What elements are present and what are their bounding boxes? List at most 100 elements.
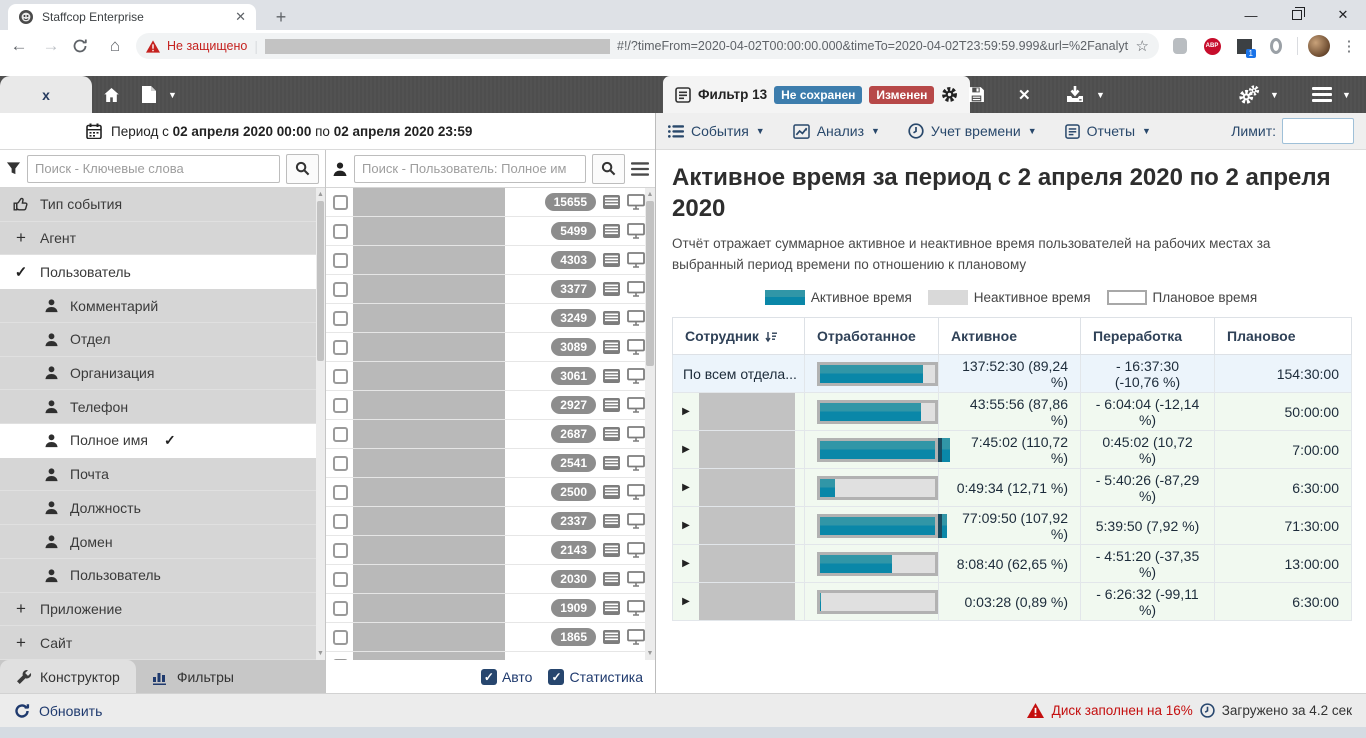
- user-checkbox[interactable]: [333, 484, 348, 500]
- sidebar-item-0[interactable]: Тип события: [0, 188, 316, 222]
- keywords-search-button[interactable]: [286, 153, 319, 184]
- keywords-search-input[interactable]: [27, 154, 280, 183]
- home-dashboard-icon[interactable]: [103, 76, 120, 113]
- event-list-icon[interactable]: [603, 340, 620, 354]
- oval-extension-icon[interactable]: [1265, 38, 1287, 54]
- sidebar-item-10[interactable]: Домен: [0, 525, 316, 559]
- period-bar[interactable]: Период с 02 апреля 2020 00:00 по 02 апре…: [0, 113, 655, 150]
- event-list-icon[interactable]: [603, 456, 620, 470]
- expand-row-icon[interactable]: ▶: [673, 520, 699, 531]
- menu-item-2[interactable]: Учет времени ▼: [908, 123, 1037, 139]
- monitor-icon[interactable]: [627, 600, 645, 616]
- user-checkbox[interactable]: [333, 455, 348, 471]
- reload-icon[interactable]: [72, 38, 94, 54]
- user-row[interactable]: 2687: [326, 420, 645, 449]
- user-row[interactable]: 2500: [326, 478, 645, 507]
- user-checkbox[interactable]: [333, 252, 348, 268]
- user-checkbox[interactable]: [333, 194, 348, 210]
- user-row[interactable]: 2143: [326, 536, 645, 565]
- filter-tab[interactable]: Фильтр 13 Не сохранен Изменен: [663, 76, 971, 113]
- event-list-icon[interactable]: [603, 398, 620, 412]
- user-checkbox[interactable]: [333, 600, 348, 616]
- monitor-icon[interactable]: [627, 310, 645, 326]
- user-row[interactable]: 1865: [326, 623, 645, 652]
- browser-tab[interactable]: Staffcop Enterprise ✕: [8, 4, 256, 30]
- menu-item-1[interactable]: Анализ ▼: [792, 123, 880, 139]
- cube-extension-icon[interactable]: 1: [1233, 38, 1256, 58]
- close-filter-icon[interactable]: ✕: [1018, 76, 1031, 113]
- new-document-icon[interactable]: [142, 76, 156, 113]
- column-header-0[interactable]: Сотрудник: [672, 317, 805, 356]
- event-list-icon[interactable]: [603, 282, 620, 296]
- table-row[interactable]: ▶ 0:49:34 (12,71 %) - 5:40:26 (-87,29 %) 6:…: [672, 468, 1352, 508]
- tab-close-icon[interactable]: ✕: [235, 9, 246, 25]
- user-row[interactable]: 1909: [326, 594, 645, 623]
- monitor-icon[interactable]: [627, 194, 645, 210]
- statistics-checkbox[interactable]: ✓ Статистика: [548, 668, 643, 685]
- event-list-icon[interactable]: [603, 195, 620, 209]
- expand-row-icon[interactable]: ▶: [673, 406, 699, 417]
- tab-constructor[interactable]: Конструктор: [0, 660, 136, 693]
- event-list-icon[interactable]: [603, 427, 620, 441]
- scroll-down-icon[interactable]: ▼: [645, 647, 655, 660]
- back-icon[interactable]: ←: [8, 36, 30, 56]
- refresh-button[interactable]: Обновить: [14, 703, 102, 719]
- scrollbar-thumb[interactable]: [317, 201, 324, 361]
- user-row[interactable]: 3249: [326, 304, 645, 333]
- download-caret-icon[interactable]: ▼: [1096, 76, 1105, 113]
- users-search-button[interactable]: [592, 153, 625, 184]
- user-checkbox[interactable]: [333, 426, 348, 442]
- close-panel-tab[interactable]: x: [0, 76, 92, 113]
- monitor-icon[interactable]: [627, 397, 645, 413]
- scroll-down-icon[interactable]: ▼: [316, 647, 325, 660]
- bookmark-star-icon[interactable]: ☆: [1136, 37, 1149, 55]
- table-row[interactable]: ▶ 0:03:28 (0,89 %) - 6:26:32 (-99,11 %) 6:3…: [672, 582, 1352, 622]
- user-row[interactable]: 2541: [326, 449, 645, 478]
- user-row[interactable]: 3377: [326, 275, 645, 304]
- sidebar-item-12[interactable]: + Приложение: [0, 593, 316, 627]
- scrollbar-thumb[interactable]: [646, 201, 654, 366]
- menu-item-3[interactable]: Отчеты ▼: [1064, 123, 1151, 139]
- user-checkbox[interactable]: [333, 223, 348, 239]
- main-menu-caret-icon[interactable]: ▼: [1342, 76, 1351, 113]
- document-menu-caret-icon[interactable]: ▼: [168, 76, 177, 113]
- event-list-icon[interactable]: [603, 601, 620, 615]
- column-header-1[interactable]: Отработанное: [804, 317, 939, 356]
- user-checkbox[interactable]: [333, 397, 348, 413]
- auto-checkbox[interactable]: ✓ Авто: [480, 668, 532, 685]
- sidebar-item-5[interactable]: Организация: [0, 357, 316, 391]
- table-row[interactable]: ▶ 43:55:56 (87,86 %) - 6:04:04 (-12,14 %) 5…: [672, 392, 1352, 432]
- user-checkbox[interactable]: [333, 368, 348, 384]
- monitor-icon[interactable]: [627, 339, 645, 355]
- column-header-3[interactable]: Переработка: [1080, 317, 1215, 356]
- monitor-icon[interactable]: [627, 542, 645, 558]
- monitor-icon[interactable]: [627, 368, 645, 384]
- column-header-2[interactable]: Активное: [938, 317, 1081, 356]
- settings-gears-icon[interactable]: [1238, 76, 1260, 113]
- event-list-icon[interactable]: [603, 572, 620, 586]
- user-row[interactable]: 3061: [326, 362, 645, 391]
- table-row[interactable]: ▶ 77:09:50 (107,92 %) 5:39:50 (7,92 %) 71:3…: [672, 506, 1352, 546]
- user-row[interactable]: 4303: [326, 246, 645, 275]
- monitor-icon[interactable]: [627, 513, 645, 529]
- sidebar-item-1[interactable]: + Агент: [0, 222, 316, 256]
- scroll-up-icon[interactable]: ▲: [645, 188, 655, 201]
- adblock-extension-icon[interactable]: ABP: [1201, 37, 1223, 55]
- user-checkbox[interactable]: [333, 513, 348, 529]
- sidebar-item-6[interactable]: Телефон: [0, 390, 316, 425]
- scroll-up-icon[interactable]: ▲: [316, 188, 325, 201]
- main-menu-icon[interactable]: [1312, 76, 1332, 113]
- table-row-total[interactable]: По всем отдела... 137:52:30 (89,24 %) - 16…: [672, 354, 1352, 394]
- sidebar-item-11[interactable]: Пользователь: [0, 559, 316, 593]
- users-scrollbar[interactable]: ▲ ▼: [645, 188, 655, 660]
- home-icon[interactable]: ⌂: [104, 36, 126, 56]
- new-tab-button[interactable]: +: [268, 5, 294, 29]
- sidebar-item-2[interactable]: ✓ Пользователь: [0, 255, 316, 290]
- event-list-icon[interactable]: [603, 485, 620, 499]
- monitor-icon[interactable]: [627, 455, 645, 471]
- browser-menu-icon[interactable]: ⋮: [1340, 37, 1358, 55]
- event-list-icon[interactable]: [603, 543, 620, 557]
- monitor-icon[interactable]: [627, 484, 645, 500]
- event-list-icon[interactable]: [603, 514, 620, 528]
- window-minimize-button[interactable]: —: [1228, 0, 1274, 30]
